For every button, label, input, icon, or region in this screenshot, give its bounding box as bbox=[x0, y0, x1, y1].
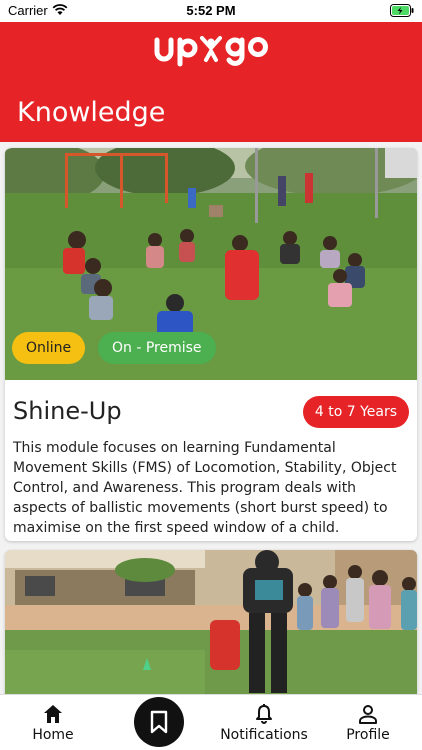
nav-notifications-label: Notifications bbox=[220, 727, 308, 743]
bell-icon bbox=[256, 704, 272, 724]
nav-profile[interactable]: Profile bbox=[328, 695, 408, 750]
module-card[interactable] bbox=[5, 550, 417, 694]
module-description: This module focuses on learning Fundamen… bbox=[13, 440, 397, 536]
on-premise-badge: On - Premise bbox=[98, 332, 216, 364]
knowledge-list[interactable]: Online On - Premise Shine-Up 4 to 7 Year… bbox=[0, 142, 422, 694]
nav-profile-label: Profile bbox=[346, 727, 390, 743]
online-badge: Online bbox=[12, 332, 86, 364]
bottom-navigation: Home Notifications Profile bbox=[0, 694, 422, 750]
nav-home[interactable]: Home bbox=[13, 695, 93, 750]
person-icon bbox=[359, 705, 377, 724]
bookmark-icon bbox=[150, 710, 168, 734]
home-icon bbox=[44, 705, 62, 723]
battery-charging-icon bbox=[390, 4, 414, 17]
nav-home-label: Home bbox=[32, 727, 74, 743]
module-card[interactable]: Online On - Premise Shine-Up 4 to 7 Year… bbox=[5, 148, 417, 541]
status-bar: Carrier 5:52 PM bbox=[0, 0, 422, 22]
upgo-logo bbox=[0, 32, 422, 72]
status-time: 5:52 PM bbox=[186, 3, 236, 18]
age-range-badge: 4 to 7 Years bbox=[302, 396, 409, 428]
page-title: Knowledge bbox=[17, 97, 166, 128]
nav-notifications[interactable]: Notifications bbox=[210, 695, 318, 750]
module-title: Shine-Up bbox=[13, 397, 122, 425]
module-photo: Online On - Premise bbox=[5, 148, 417, 380]
app-header: Knowledge bbox=[0, 22, 422, 142]
bookmark-fab-button[interactable] bbox=[134, 697, 184, 747]
module-photo bbox=[5, 550, 417, 694]
